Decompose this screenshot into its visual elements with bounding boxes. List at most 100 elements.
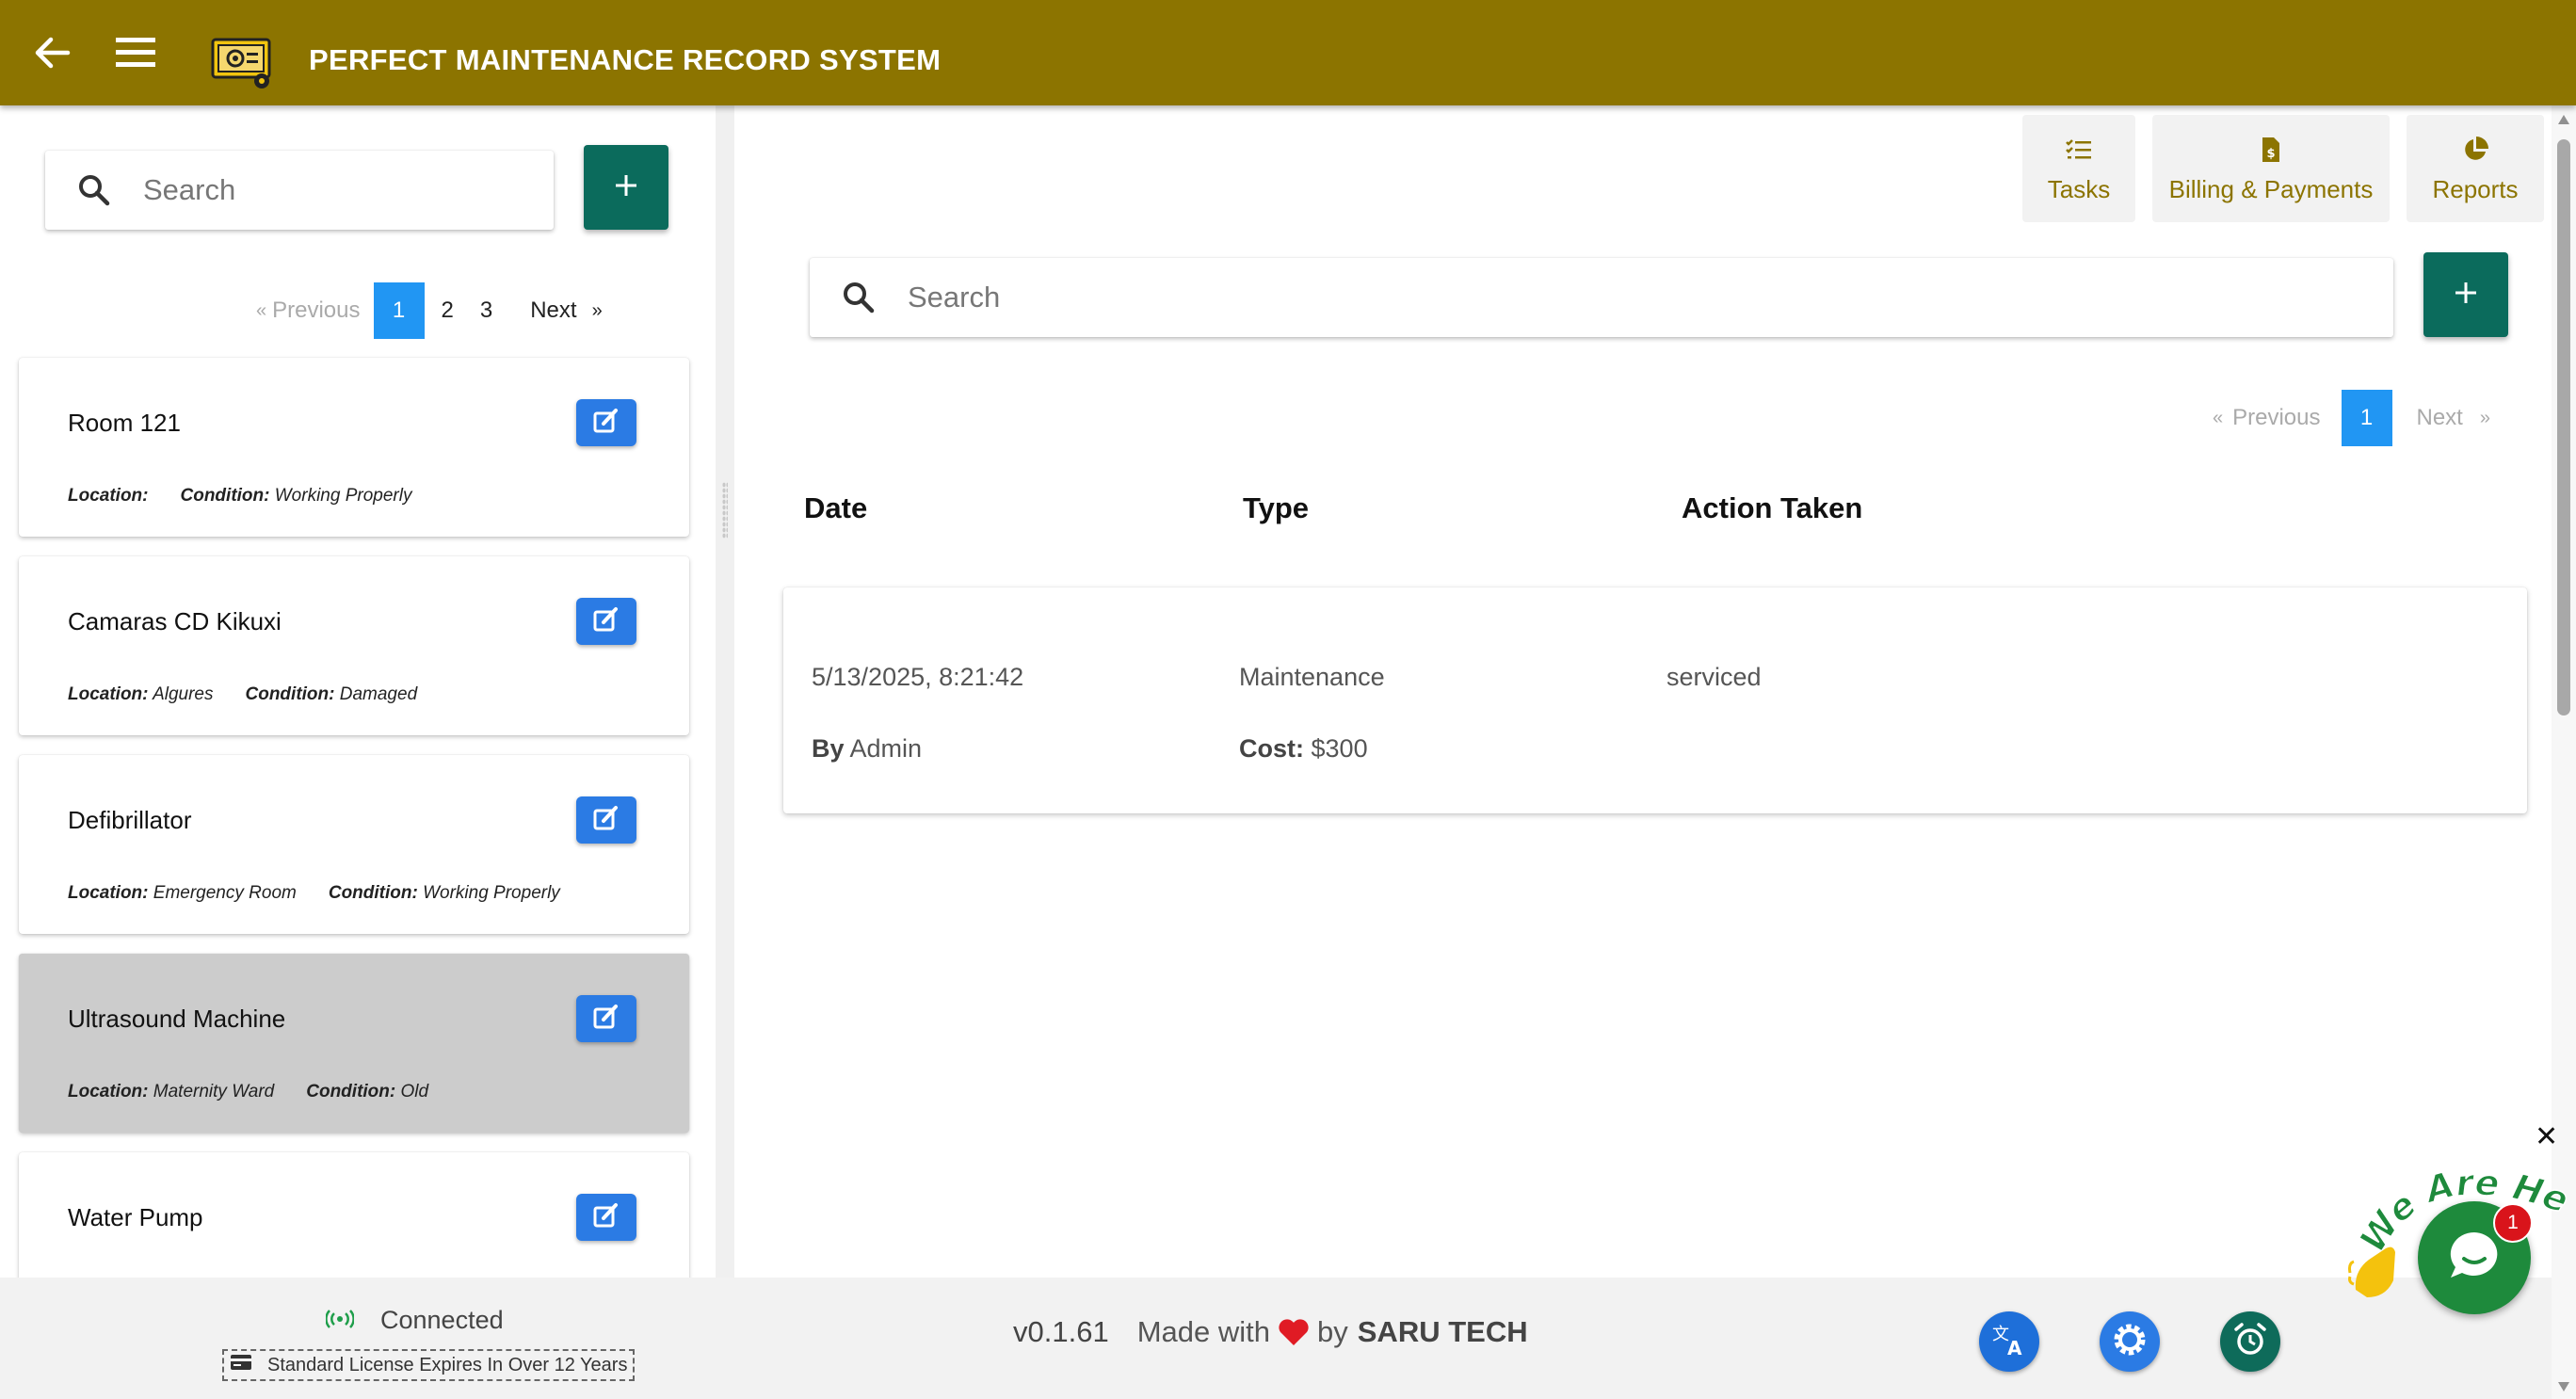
asset-meta: Location: Algures Condition: Damaged [68, 684, 417, 705]
asset-pagination: « Previous 1 2 3 Next » [250, 282, 608, 339]
svg-text:$: $ [2266, 147, 2275, 161]
record-by: By Admin [812, 734, 923, 763]
edit-icon [592, 805, 620, 836]
record-date: 5/13/2025, 8:21:42 [812, 663, 1024, 691]
asset-condition: Condition: Old [306, 1082, 429, 1102]
chat-bubble-icon [2445, 1227, 2504, 1290]
asset-condition: Condition: Working Properly [180, 486, 412, 506]
pagination-page-3[interactable]: 3 [471, 282, 502, 339]
edit-asset-button[interactable] [576, 1194, 636, 1241]
credits: v0.1.61 Made with by SARU TECH [1013, 1315, 1528, 1349]
plus-icon [2454, 281, 2478, 310]
edit-icon [592, 408, 620, 439]
pagination-page-1[interactable]: 1 [373, 282, 425, 339]
edit-asset-button[interactable] [576, 399, 636, 446]
footer: Connected Standard License Expires In Ov… [0, 1278, 2552, 1399]
asset-name: Water Pump [68, 1203, 203, 1231]
record-action: serviced [1666, 663, 1762, 691]
by-label: by [1317, 1315, 1348, 1348]
hamburger-menu-icon[interactable] [107, 24, 164, 81]
settings-button[interactable] [2100, 1311, 2160, 1372]
back-arrow-icon[interactable] [24, 24, 81, 81]
pagination-previous[interactable]: Previous [2229, 390, 2341, 446]
scrollbar-thumb[interactable] [2557, 139, 2570, 716]
invoice-dollar-icon: $ [2261, 134, 2281, 166]
pagination-previous[interactable]: Previous [272, 282, 373, 339]
app-version: v0.1.61 [1013, 1315, 1109, 1348]
translate-icon: 文A [1990, 1323, 2028, 1361]
asset-location: Location: Algures [68, 684, 214, 704]
chat-unread-badge: 1 [2493, 1203, 2533, 1243]
asset-search-input[interactable] [141, 172, 554, 208]
reports-label: Reports [2432, 174, 2519, 203]
record-search-input[interactable] [906, 280, 2393, 315]
scroll-down-icon[interactable] [2558, 1382, 2569, 1391]
translate-button[interactable]: 文A [1979, 1311, 2039, 1372]
app-logo-icon [209, 34, 275, 90]
pagination-page-2[interactable]: 2 [425, 282, 471, 339]
plus-icon [614, 173, 638, 202]
records-panel: Tasks $ Billing & Payments Reports « Pre… [734, 105, 2552, 1278]
waving-hand-icon [2348, 1246, 2395, 1297]
asset-name: Defibrillator [68, 806, 192, 834]
gear-icon [2112, 1322, 2148, 1362]
brand-name: SARU TECH [1357, 1315, 1528, 1348]
search-icon [75, 171, 113, 209]
pagination-prev-arrow: « [2213, 407, 2224, 428]
svg-text:A: A [2007, 1337, 2022, 1357]
edit-icon [592, 1202, 620, 1233]
asset-meta: Location: Condition: Working Properly [68, 486, 411, 507]
asset-name: Camaras CD Kikuxi [68, 607, 282, 635]
license-info: Standard License Expires In Over 12 Year… [222, 1349, 636, 1381]
license-text: Standard License Expires In Over 12 Year… [267, 1354, 628, 1375]
edit-asset-button[interactable] [576, 995, 636, 1042]
billing-payments-button[interactable]: $ Billing & Payments [2152, 115, 2390, 222]
edit-asset-button[interactable] [576, 796, 636, 844]
column-header-action[interactable]: Action Taken [1682, 491, 1862, 525]
asset-search-box[interactable] [45, 151, 554, 230]
heart-icon [1278, 1318, 1310, 1346]
pagination-next[interactable]: Next [2392, 390, 2476, 446]
asset-condition: Condition: Damaged [245, 684, 418, 704]
record-search-box[interactable] [810, 258, 2393, 337]
column-header-type[interactable]: Type [1243, 491, 1309, 525]
column-header-date[interactable]: Date [804, 491, 867, 525]
pagination-next-arrow: » [2479, 407, 2490, 428]
assets-panel: « Previous 1 2 3 Next » Room 121 Locatio… [0, 105, 716, 1278]
asset-card[interactable]: Room 121 Location: Condition: Working Pr… [19, 358, 689, 537]
panel-resize-handle[interactable] [716, 105, 734, 1278]
reports-button[interactable]: Reports [2407, 115, 2544, 222]
edit-asset-button[interactable] [576, 598, 636, 645]
asset-card[interactable]: Water Pump [19, 1152, 689, 1278]
pagination-prev-arrow: « [256, 299, 267, 321]
alarm-button[interactable] [2220, 1311, 2280, 1372]
scroll-up-icon[interactable] [2558, 115, 2569, 124]
pagination-next-arrow[interactable]: » [587, 282, 608, 339]
asset-meta: Location: Maternity Ward Condition: Old [68, 1082, 428, 1102]
pagination-page-1[interactable]: 1 [2341, 390, 2392, 446]
asset-name: Room 121 [68, 409, 181, 437]
record-type: Maintenance [1239, 663, 1385, 691]
card-icon [230, 1354, 252, 1376]
asset-card-selected[interactable]: Ultrasound Machine Location: Maternity W… [19, 954, 689, 1133]
pie-chart-icon [2461, 134, 2489, 166]
connection-status: Connected [325, 1306, 504, 1335]
add-asset-button[interactable] [584, 145, 668, 230]
task-list-icon [2066, 134, 2092, 166]
add-record-button[interactable] [2423, 252, 2508, 337]
wifi-signal-icon [325, 1306, 355, 1335]
asset-location: Location: [68, 486, 149, 506]
asset-card[interactable]: Defibrillator Location: Emergency Room C… [19, 755, 689, 934]
app-bar: PERFECT MAINTENANCE RECORD SYSTEM [0, 0, 2576, 105]
tasks-button[interactable]: Tasks [2022, 115, 2135, 222]
record-pagination: « Previous 1 Next » [2207, 390, 2494, 446]
asset-name: Ultrasound Machine [68, 1005, 286, 1033]
pagination-next[interactable]: Next [502, 282, 586, 339]
connection-label: Connected [380, 1306, 504, 1334]
billing-payments-label: Billing & Payments [2168, 174, 2374, 203]
tasks-label: Tasks [2047, 174, 2111, 203]
asset-meta: Location: Emergency Room Condition: Work… [68, 883, 560, 904]
maintenance-record-card[interactable]: 5/13/2025, 8:21:42 Maintenance serviced … [783, 587, 2527, 813]
resize-grip-icon [722, 482, 728, 539]
asset-card[interactable]: Camaras CD Kikuxi Location: Algures Cond… [19, 556, 689, 735]
